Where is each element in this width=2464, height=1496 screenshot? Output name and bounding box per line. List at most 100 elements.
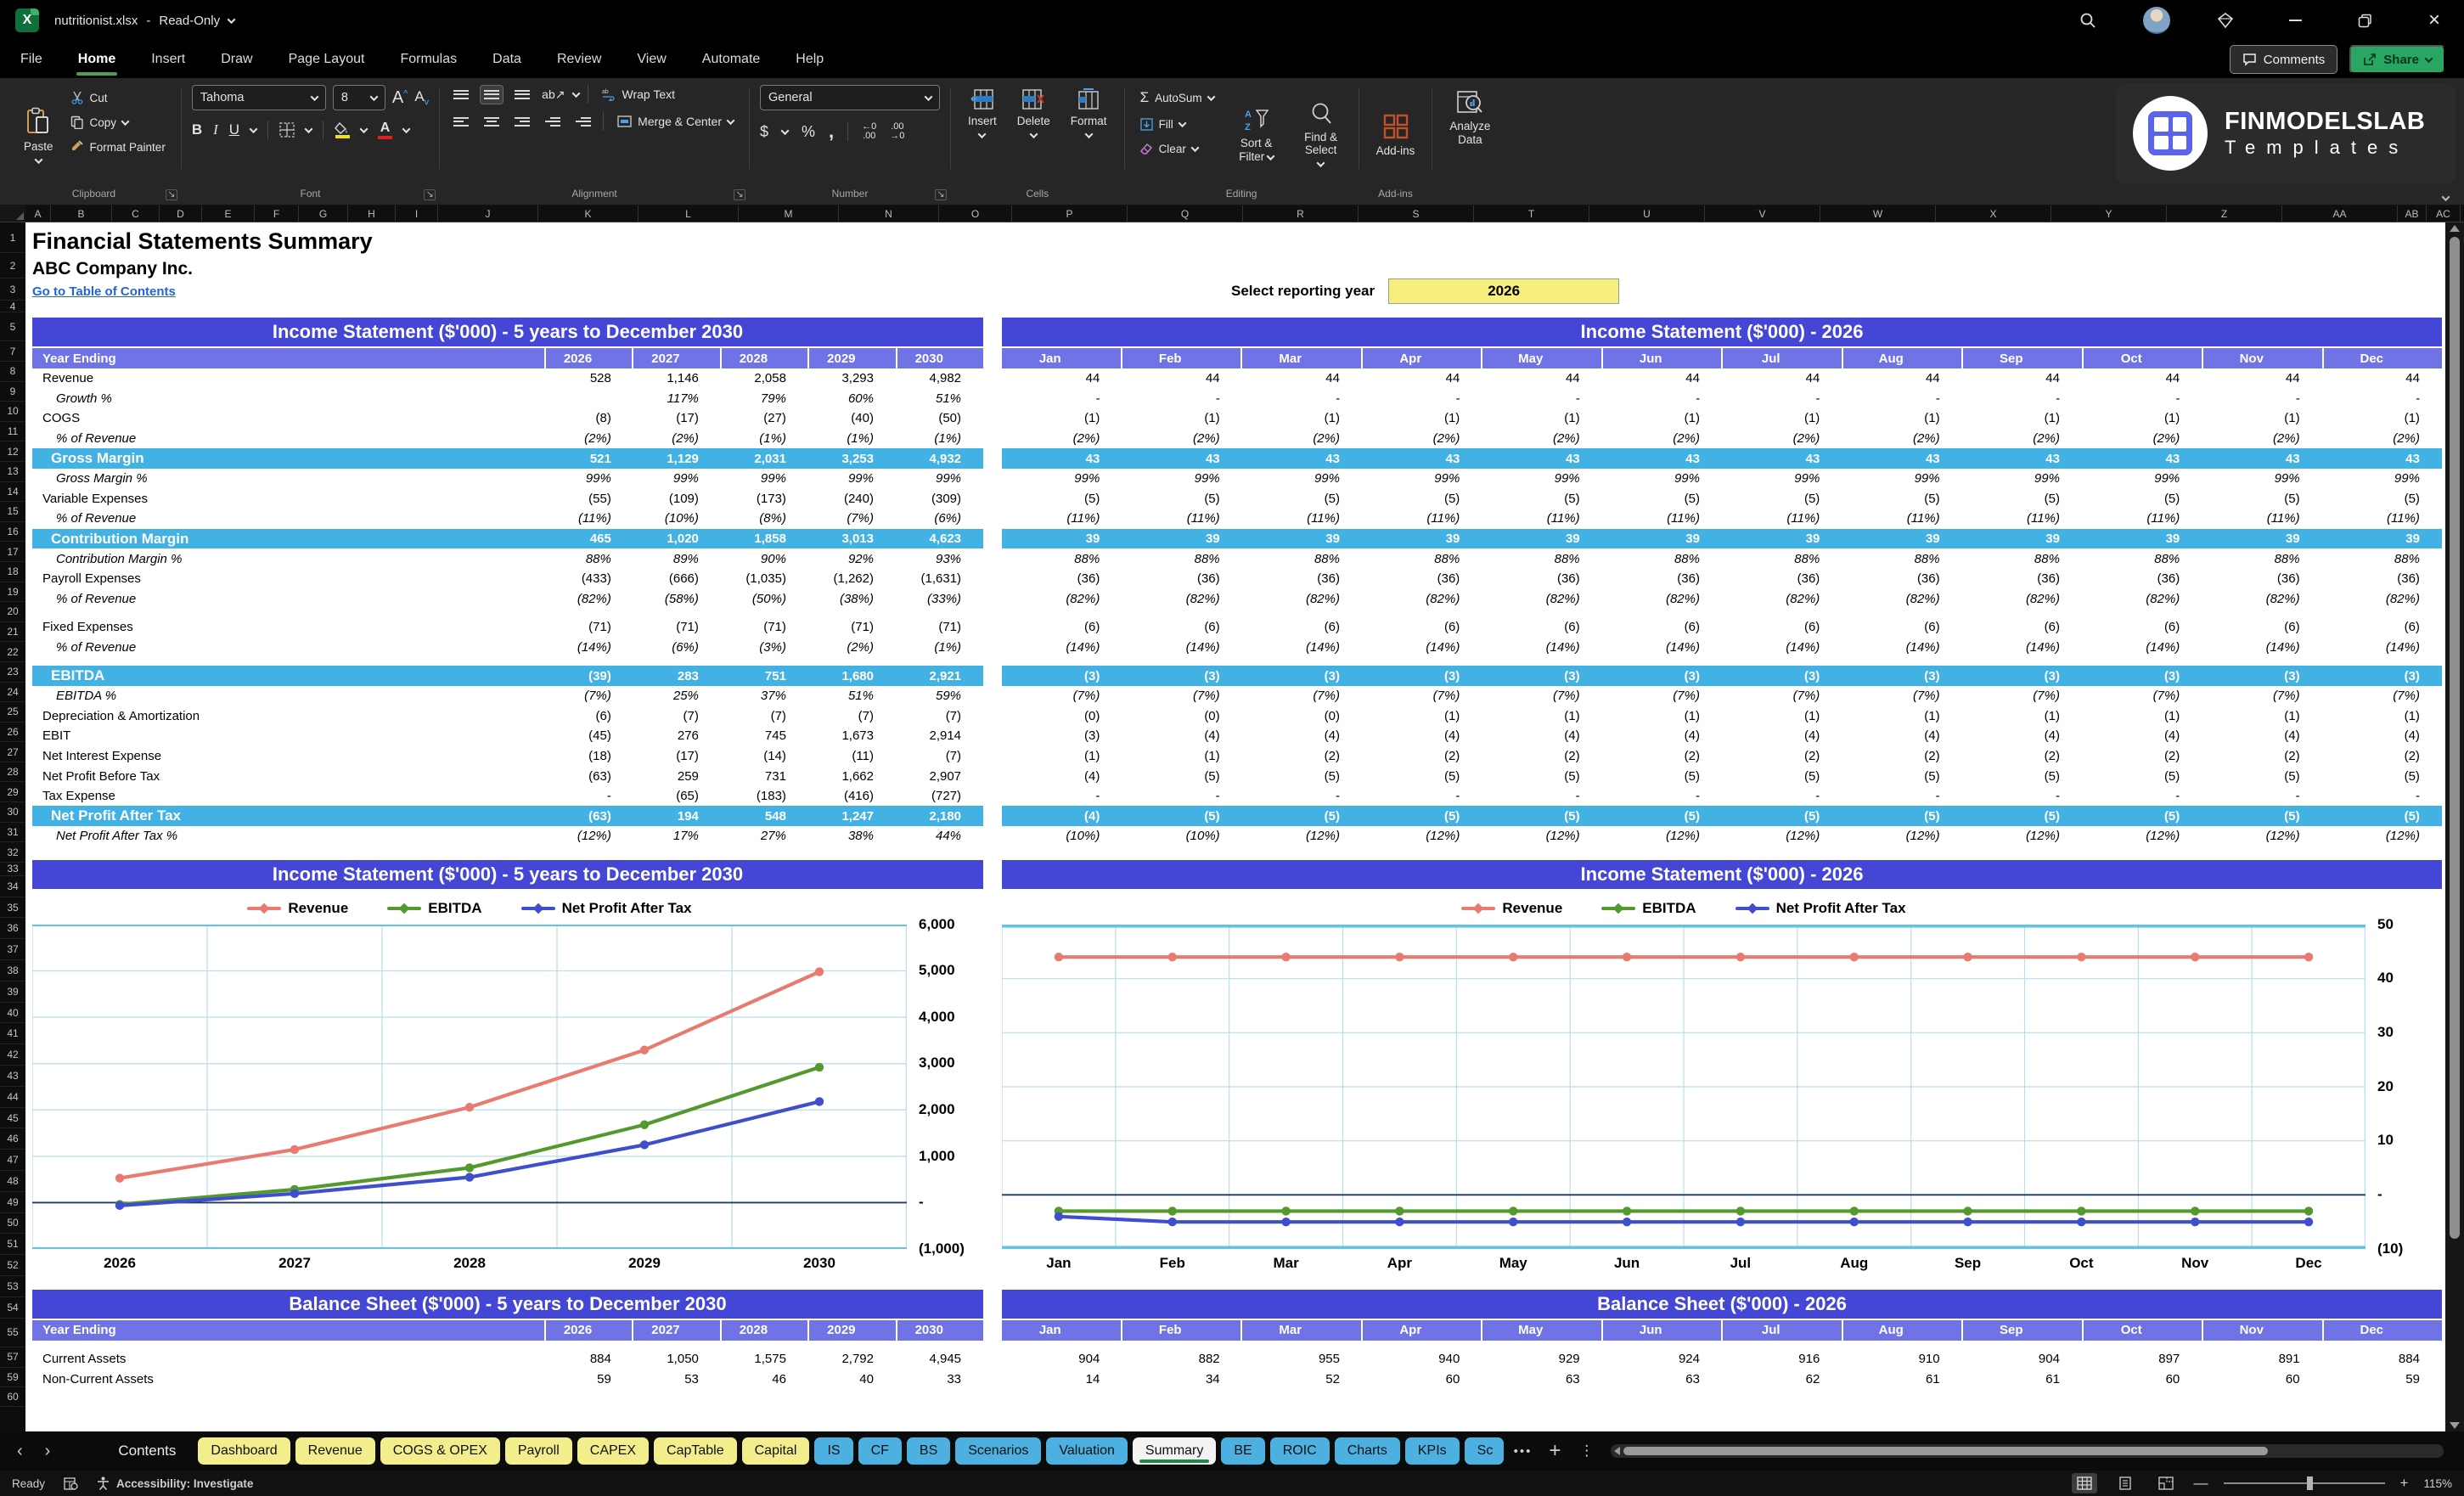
grid-cell[interactable]: 940 [1362,1349,1482,1369]
grid-cell[interactable]: (666) [633,569,721,589]
grid-cell[interactable]: EBITDA [32,666,546,686]
document-title[interactable]: nutritionist.xlsx - Read-Only [54,14,236,28]
grid-cell[interactable]: (2%) [1602,429,1722,449]
grid-cell[interactable]: Jun [1603,1319,1723,1341]
grid-cell[interactable]: (6) [1602,617,1722,638]
grid-cell[interactable]: (11%) [546,509,633,529]
grid-cell[interactable]: 61 [1842,1369,1961,1389]
grid-cell[interactable]: (45) [546,726,633,746]
row-header[interactable]: 45 [0,1108,25,1129]
sheet-tab-is[interactable]: IS [814,1437,853,1465]
grid-cell[interactable]: (6%) [896,509,983,529]
grid-cell[interactable]: 88% [1242,548,1362,569]
menu-tab-home[interactable]: Home [76,47,118,76]
grid-cell[interactable]: 43 [1242,448,1362,469]
row-header[interactable]: 18 [0,562,25,582]
grid-cell[interactable]: (14%) [1722,638,1842,658]
page-layout-view-button[interactable] [2112,1473,2138,1493]
grid-cell[interactable]: Oct [2084,1319,2203,1341]
grid-cell[interactable]: - [1122,389,1241,409]
grid-cell[interactable]: (4) [1962,726,2082,746]
grid-cell[interactable]: 929 [1482,1349,1601,1369]
sheet-options-button[interactable]: ⋮ [1572,1443,1600,1459]
grid-cell[interactable]: 99% [2082,469,2202,489]
grid-cell[interactable]: 521 [546,448,633,469]
grid-cell[interactable]: 43 [1602,448,1722,469]
grid-cell[interactable]: 99% [1122,469,1241,489]
grid-cell[interactable]: 528 [546,368,633,389]
zoom-slider-thumb[interactable] [2307,1476,2314,1490]
borders-button[interactable] [279,122,295,138]
monthly-chart[interactable]: Income Statement ($'000) - 2026 Revenue E… [1002,859,2442,1278]
row-header[interactable]: 54 [0,1297,25,1319]
grid-cell[interactable]: - [2322,786,2442,807]
grid-cell[interactable]: (2) [2202,746,2321,767]
grid-cell[interactable]: (11%) [1722,509,1842,529]
grid-cell[interactable]: (5) [2322,766,2442,786]
grid-cell[interactable]: (11) [808,746,896,767]
grid-cell[interactable]: 44 [2082,368,2202,389]
grid-cell[interactable]: (12%) [546,826,633,846]
grid-cell[interactable]: (2%) [546,429,633,449]
grid-cell[interactable]: 39 [1722,529,1842,549]
row-header[interactable]: 52 [0,1255,25,1276]
grid-cell[interactable]: (6) [546,706,633,727]
grid-cell[interactable]: 2028 [722,1319,810,1341]
grid-cell[interactable]: (38%) [808,589,896,610]
grid-cell[interactable]: 51% [808,686,896,706]
grid-cell[interactable]: (1) [1962,408,2082,429]
grid-cell[interactable]: 1,050 [633,1349,721,1369]
diamond-icon[interactable] [2211,6,2240,35]
minimize-button[interactable] [2281,6,2309,35]
grid-cell[interactable]: (3) [1722,666,1842,686]
grid-cell[interactable]: (3) [2322,666,2442,686]
grid-cell[interactable]: - [1482,786,1601,807]
grid-cell[interactable]: (71) [633,617,721,638]
row-header[interactable]: 39 [0,981,25,1003]
sheet-tab-valuation[interactable]: Valuation [1046,1437,1128,1465]
grid-cell[interactable]: 44 [1842,368,1961,389]
grid-cell[interactable]: 751 [721,666,808,686]
grid-cell[interactable]: Depreciation & Amortization [32,706,546,727]
grid-cell[interactable]: (2%) [2322,429,2442,449]
grid-cell[interactable]: (1) [1602,408,1722,429]
column-header[interactable]: N [839,205,939,222]
grid-cell[interactable]: 1,129 [633,448,721,469]
column-header[interactable]: C [112,205,160,222]
grid-cell[interactable]: 955 [1242,1349,1362,1369]
shrink-font-button[interactable]: Av [414,88,429,107]
grid-cell[interactable]: Net Profit Before Tax [32,766,546,786]
grid-cell[interactable]: (5) [2082,766,2202,786]
grid-cell[interactable]: (63) [546,766,633,786]
grid-cell[interactable]: (4) [1002,806,1122,826]
grid-cell[interactable]: (5) [1962,806,2082,826]
row-header[interactable]: 14 [0,482,25,503]
column-header[interactable]: X [1936,205,2051,222]
analyze-data-button[interactable]: Analyze Data [1443,85,1497,149]
grid-cell[interactable]: (1) [1602,706,1722,727]
grid-cell[interactable]: 1,673 [808,726,896,746]
row-header[interactable]: 53 [0,1276,25,1297]
grid-cell[interactable]: (7) [633,706,721,727]
grid-cell[interactable]: (17) [633,408,721,429]
grid-cell[interactable]: (309) [896,489,983,509]
grid-cell[interactable]: (5) [2202,489,2321,509]
grid-cell[interactable]: (5) [1962,766,2082,786]
grid-cell[interactable]: (11%) [1362,509,1482,529]
grid-cell[interactable]: (5) [2082,806,2202,826]
grid-cell[interactable]: (11%) [1002,509,1122,529]
grid-cell[interactable]: 43 [1842,448,1961,469]
grid-cell[interactable]: 1,146 [633,368,721,389]
grid-cell[interactable]: 2027 [633,348,722,368]
grid-cell[interactable]: Gross Margin [32,448,546,469]
grid-cell[interactable]: 88% [1122,548,1241,569]
row-header[interactable]: 34 [0,876,25,897]
clipboard-dialog-launcher[interactable]: ↘ [165,189,177,200]
grid-cell[interactable]: 3,293 [808,368,896,389]
grid-cell[interactable]: 2030 [897,1320,983,1341]
grid-cell[interactable]: (4) [2322,726,2442,746]
grid-cell[interactable]: % of Revenue [32,589,546,610]
grid-cell[interactable]: (2) [1602,746,1722,767]
sheet-tab-kpis[interactable]: KPIs [1404,1437,1460,1465]
grid-cell[interactable]: (10%) [633,509,721,529]
